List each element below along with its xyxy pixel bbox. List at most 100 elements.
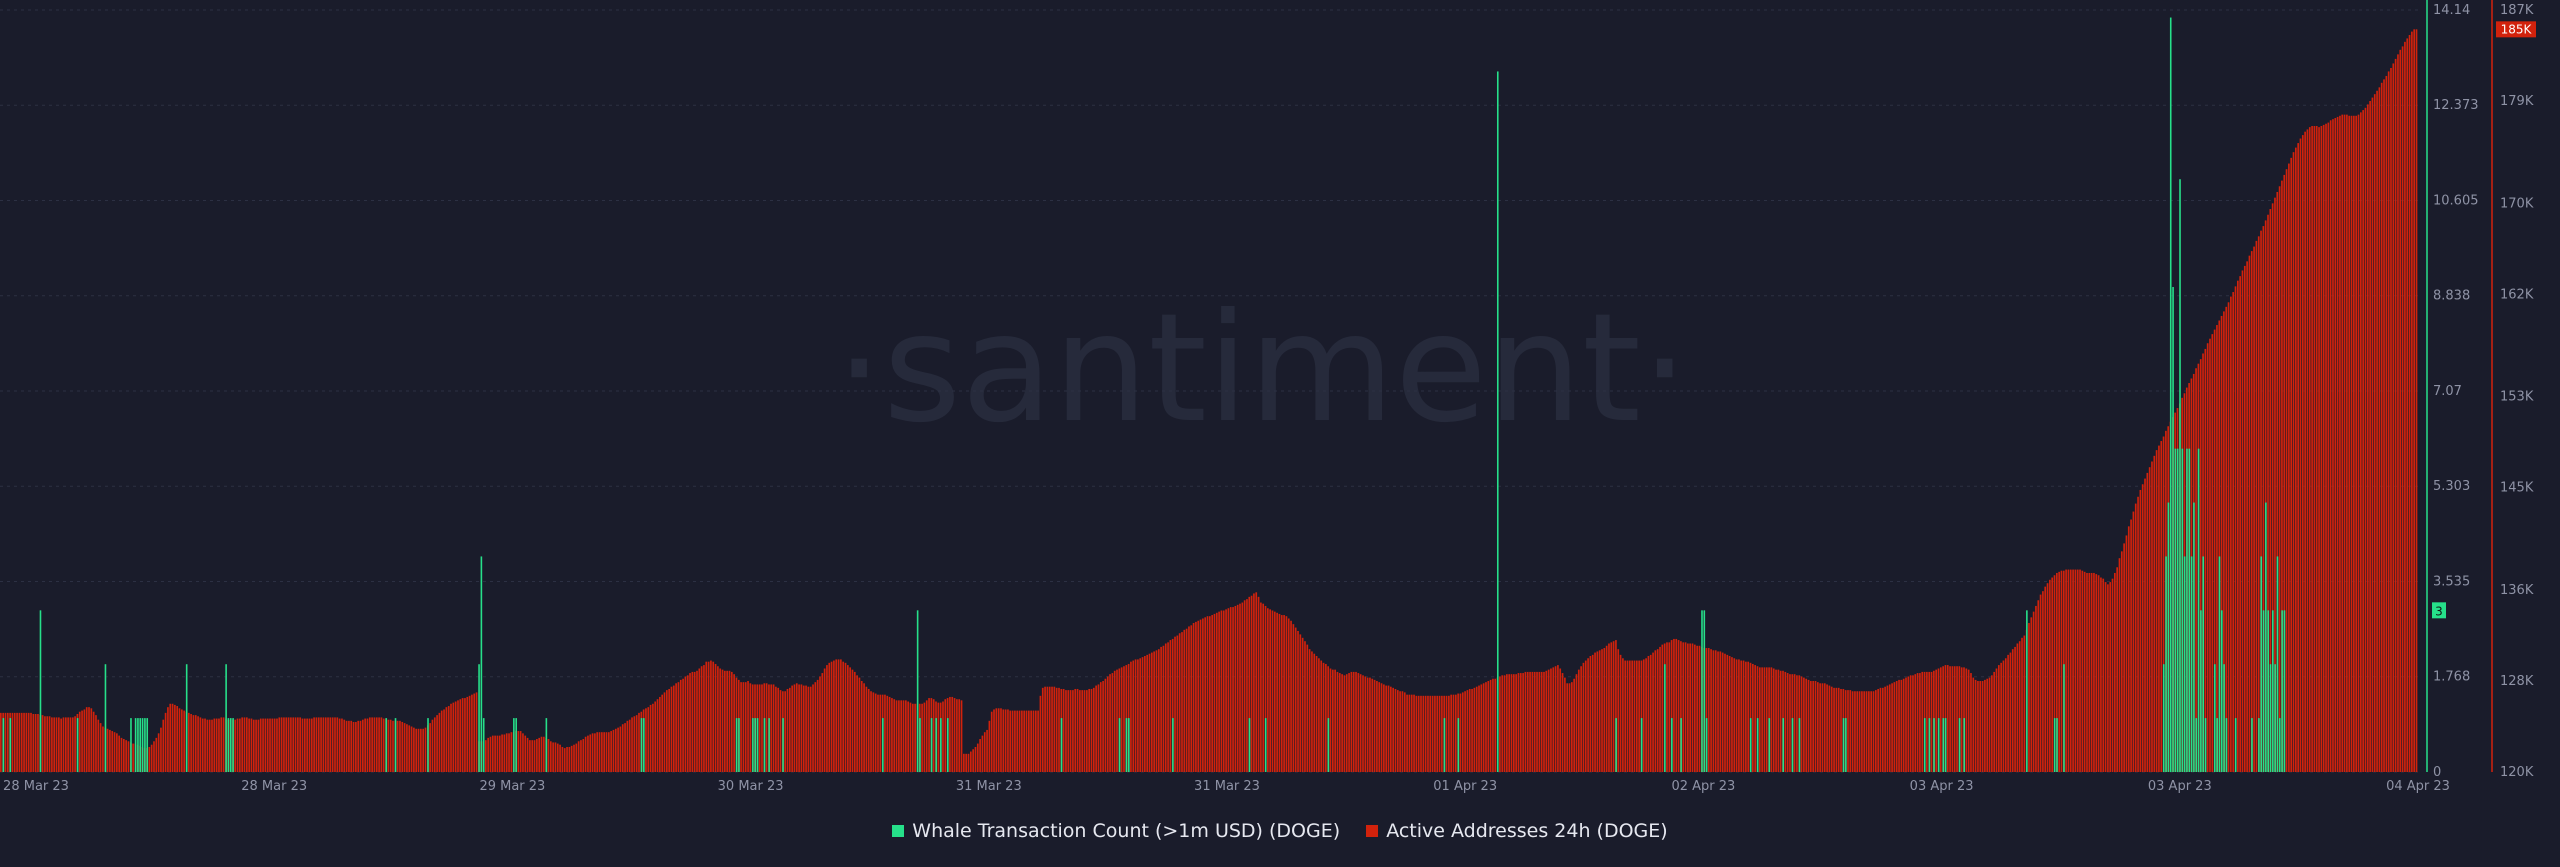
active-addresses-bar xyxy=(1577,669,1580,772)
active-addresses-bar xyxy=(1399,691,1401,772)
active-addresses-bar xyxy=(761,684,763,772)
active-addresses-bar xyxy=(2399,49,2402,773)
active-addresses-bar xyxy=(1508,674,1511,772)
active-addresses-bar xyxy=(153,741,155,772)
active-addresses-bar xyxy=(1260,602,1262,772)
active-addresses-bar xyxy=(902,700,905,772)
active-addresses-bar xyxy=(793,684,796,772)
whale-count-bar xyxy=(756,718,759,772)
legend-item-whale[interactable]: Whale Transaction Count (>1m USD) (DOGE) xyxy=(892,820,1340,842)
whale-count-bar xyxy=(752,718,754,772)
active-addresses-bar xyxy=(925,700,928,772)
whale-count-bar xyxy=(229,718,232,772)
active-addresses-bar xyxy=(1631,660,1634,772)
active-addresses-bar xyxy=(2206,343,2209,772)
active-addresses-bar xyxy=(960,700,963,772)
whale-count-bar xyxy=(2176,448,2179,772)
whale-swatch xyxy=(892,825,905,837)
active-addresses-bar xyxy=(1039,695,1042,772)
active-addresses-bar xyxy=(1338,673,1341,772)
active-addresses-bar xyxy=(654,701,657,772)
active-addresses-bar xyxy=(1394,688,1397,772)
whale-count-bar xyxy=(2195,718,2198,772)
right-tick-label: 128K xyxy=(2500,674,2534,689)
active-addresses-bar xyxy=(1849,690,1852,772)
whale-count-bar xyxy=(1664,664,1666,772)
active-addresses-bar xyxy=(1840,688,1842,772)
x-tick-label: 28 Mar 23 xyxy=(241,779,307,794)
active-addresses-bar xyxy=(2069,569,2072,772)
active-addresses-bar xyxy=(1949,666,1951,772)
whale-count-bar xyxy=(2026,610,2028,772)
active-addresses-bar xyxy=(1167,642,1169,772)
right-tick-label: 136K xyxy=(2500,583,2534,598)
whale-count-bar xyxy=(2269,664,2272,772)
whale-count-bar xyxy=(2056,718,2058,772)
active-addresses-bar xyxy=(2376,90,2378,772)
active-addresses-bar xyxy=(703,665,705,772)
active-addresses-bar xyxy=(2366,104,2369,772)
active-addresses-bar xyxy=(561,746,564,772)
active-addresses-bar xyxy=(16,712,18,772)
active-addresses-bar xyxy=(41,715,44,772)
active-addresses-bar xyxy=(1965,668,1968,772)
active-addresses-bar xyxy=(2132,511,2135,772)
active-addresses-bar xyxy=(1847,690,1849,772)
active-addresses-bar xyxy=(1220,610,1223,772)
active-addresses-bar xyxy=(1032,710,1035,772)
active-addresses-bar xyxy=(2355,115,2358,772)
active-addresses-bar xyxy=(549,741,552,772)
active-addresses-bar xyxy=(1007,709,1009,772)
active-addresses-bar xyxy=(830,661,833,772)
active-addresses-bar xyxy=(1909,675,1912,772)
active-addresses-bar xyxy=(1763,667,1766,772)
active-addresses-bar xyxy=(20,712,23,772)
active-addresses-bar xyxy=(1921,671,1924,772)
active-addresses-bar xyxy=(1157,649,1160,772)
active-addresses-bar xyxy=(1512,674,1515,772)
active-addresses-bar xyxy=(220,717,223,772)
active-addresses-bar xyxy=(1986,678,1989,772)
active-addresses-bar xyxy=(2239,276,2241,772)
active-addresses-bar xyxy=(2090,572,2093,772)
active-addresses-bar xyxy=(2315,126,2318,772)
whale-count-bar xyxy=(2172,286,2174,772)
active-addresses-bar xyxy=(1916,673,1919,772)
active-addresses-bar xyxy=(320,717,322,772)
active-addresses-bar xyxy=(951,696,954,772)
active-addresses-bar xyxy=(81,710,83,772)
active-addresses-bar xyxy=(633,716,636,772)
active-addresses-bar xyxy=(744,682,747,772)
active-addresses-bar xyxy=(0,712,2,772)
active-addresses-bar xyxy=(424,727,427,772)
active-addresses-bar xyxy=(327,717,329,772)
active-addresses-bar xyxy=(1466,690,1469,772)
active-addresses-bar xyxy=(1805,678,1808,772)
active-addresses-bar xyxy=(1471,688,1473,772)
whale-count-bar xyxy=(1060,718,1063,772)
active-addresses-bar xyxy=(1478,685,1480,772)
whale-count-bar xyxy=(2281,610,2283,772)
whale-count-bar xyxy=(76,718,79,772)
active-addresses-bar xyxy=(2325,123,2327,773)
active-addresses-bar xyxy=(2318,127,2320,772)
legend-item-active-addresses[interactable]: Active Addresses 24h (DOGE) xyxy=(1366,820,1668,842)
active-addresses-bar xyxy=(2353,115,2355,772)
whale-count-bar xyxy=(1680,718,1682,772)
active-addresses-bar xyxy=(1907,676,1910,772)
active-addresses-bar xyxy=(306,718,308,772)
active-addresses-bar xyxy=(2322,124,2325,773)
active-addresses-bar xyxy=(2216,325,2218,772)
active-addresses-bar xyxy=(1946,665,1949,772)
active-addresses-bar xyxy=(2357,114,2360,772)
active-addresses-bar xyxy=(90,708,93,772)
active-addresses-bar xyxy=(840,659,842,772)
whale-count-bar xyxy=(2197,448,2200,772)
active-addresses-bar xyxy=(2000,662,2002,772)
active-addresses-bar xyxy=(410,726,413,772)
whale-count-bar xyxy=(2223,664,2225,772)
x-tick-label: 03 Apr 23 xyxy=(2148,779,2212,794)
active-addresses-bar xyxy=(461,698,464,772)
active-addresses-bar xyxy=(1789,674,1791,772)
active-addresses-bar xyxy=(60,718,62,772)
